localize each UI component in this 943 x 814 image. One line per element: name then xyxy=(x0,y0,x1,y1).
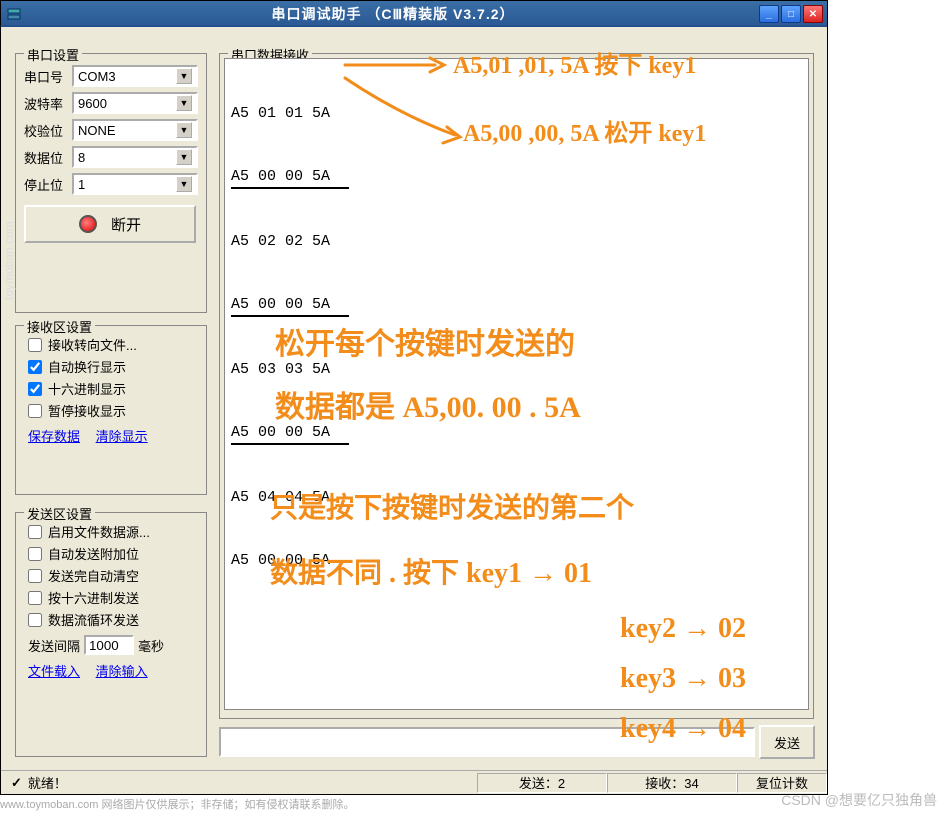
parity-label: 校验位 xyxy=(24,121,72,140)
interval-unit: 毫秒 xyxy=(138,636,164,655)
port-value: COM3 xyxy=(78,69,176,84)
recv-count-panel: 接收：34 xyxy=(607,773,737,793)
port-label: 串口号 xyxy=(24,67,72,86)
ready-status: 就绪！ xyxy=(26,773,477,792)
data-line: A5 00 00 5A xyxy=(231,550,802,571)
baud-label: 波特率 xyxy=(24,94,72,113)
data-line: A5 03 03 5A xyxy=(231,359,802,380)
clear-display-link[interactable]: 清除显示 xyxy=(96,429,148,444)
interval-input[interactable] xyxy=(84,635,134,655)
clear-input-link[interactable]: 清除输入 xyxy=(96,664,148,679)
data-line: A5 00 00 5A xyxy=(231,294,349,317)
data-line: A5 02 02 5A xyxy=(231,231,802,252)
send-button-label: 发送 xyxy=(774,733,800,752)
data-line: A5 01 01 5A xyxy=(231,103,802,124)
hex-display-checkbox[interactable] xyxy=(28,382,42,396)
send-input[interactable] xyxy=(219,727,755,757)
minimize-button[interactable]: _ xyxy=(759,5,779,23)
auto-append-checkbox[interactable] xyxy=(28,547,42,561)
receive-settings-legend: 接收区设置 xyxy=(24,317,95,336)
hex-send-checkbox[interactable] xyxy=(28,591,42,605)
serial-data-receive-group: 串口数据接收 A5 01 01 5A A5 00 00 5A A5 02 02 … xyxy=(219,53,814,719)
data-bits-value: 8 xyxy=(78,150,176,165)
data-bits-label: 数据位 xyxy=(24,148,72,167)
save-data-link[interactable]: 保存数据 xyxy=(28,429,80,444)
loop-send-checkbox[interactable] xyxy=(28,613,42,627)
ready-icon: ✓ xyxy=(11,775,22,791)
watermark: CSDN @想要亿只独角兽 xyxy=(781,790,937,810)
connection-led-icon xyxy=(79,215,97,233)
stop-bits-label: 停止位 xyxy=(24,175,72,194)
auto-append-label: 自动发送附加位 xyxy=(48,544,139,563)
data-line: A5 04 04 5A xyxy=(231,487,802,508)
titlebar: 串口调试助手 （CⅢ精装版 V3.7.2） _ □ ✕ xyxy=(1,1,827,27)
application-window: 串口调试助手 （CⅢ精装版 V3.7.2） _ □ ✕ 串口设置 串口号 COM… xyxy=(0,0,828,795)
hex-display-label: 十六进制显示 xyxy=(48,379,126,398)
send-count-panel: 发送：2 xyxy=(477,773,607,793)
disconnect-button[interactable]: 断开 xyxy=(24,205,196,243)
recv-to-file-checkbox[interactable] xyxy=(28,338,42,352)
send-button[interactable]: 发送 xyxy=(759,725,815,759)
load-file-link[interactable]: 文件载入 xyxy=(28,664,80,679)
chevron-down-icon[interactable]: ▼ xyxy=(176,149,192,165)
disconnect-label: 断开 xyxy=(111,214,141,235)
window-title: 串口调试助手 （CⅢ精装版 V3.7.2） xyxy=(27,4,759,24)
pause-recv-label: 暂停接收显示 xyxy=(48,401,126,420)
chevron-down-icon[interactable]: ▼ xyxy=(176,95,192,111)
client-area: 串口设置 串口号 COM3 ▼ 波特率 9600 ▼ 校验位 NONE xyxy=(1,27,827,794)
port-select[interactable]: COM3 ▼ xyxy=(72,65,198,87)
stop-bits-select[interactable]: 1 ▼ xyxy=(72,173,198,195)
serial-settings-group: 串口设置 串口号 COM3 ▼ 波特率 9600 ▼ 校验位 NONE xyxy=(15,53,207,313)
baud-select[interactable]: 9600 ▼ xyxy=(72,92,198,114)
chevron-down-icon[interactable]: ▼ xyxy=(176,176,192,192)
data-line: A5 00 00 5A xyxy=(231,422,349,445)
baud-value: 9600 xyxy=(78,96,176,111)
close-button[interactable]: ✕ xyxy=(803,5,823,23)
pause-recv-checkbox[interactable] xyxy=(28,404,42,418)
send-settings-legend: 发送区设置 xyxy=(24,504,95,523)
parity-select[interactable]: NONE ▼ xyxy=(72,119,198,141)
app-icon xyxy=(5,5,23,23)
send-settings-group: 发送区设置 启用文件数据源... 自动发送附加位 发送完自动清空 按十六进制发送… xyxy=(15,512,207,757)
receive-data-area[interactable]: A5 01 01 5A A5 00 00 5A A5 02 02 5A A5 0… xyxy=(224,58,809,710)
recv-to-file-label: 接收转向文件... xyxy=(48,335,137,354)
file-source-label: 启用文件数据源... xyxy=(48,522,150,541)
data-line: A5 00 00 5A xyxy=(231,166,349,189)
auto-wrap-label: 自动换行显示 xyxy=(48,357,126,376)
stop-bits-value: 1 xyxy=(78,177,176,192)
status-bar: ✓ 就绪！ 发送：2 接收：34 复位计数 xyxy=(1,770,827,794)
chevron-down-icon[interactable]: ▼ xyxy=(176,68,192,84)
file-source-checkbox[interactable] xyxy=(28,525,42,539)
side-watermark: toymoban.com xyxy=(2,221,16,300)
auto-wrap-checkbox[interactable] xyxy=(28,360,42,374)
loop-send-label: 数据流循环发送 xyxy=(48,610,139,629)
receive-settings-group: 接收区设置 接收转向文件... 自动换行显示 十六进制显示 暂停接收显示 保存数… xyxy=(15,325,207,495)
clear-after-send-label: 发送完自动清空 xyxy=(48,566,139,585)
serial-settings-legend: 串口设置 xyxy=(24,45,82,64)
maximize-button[interactable]: □ xyxy=(781,5,801,23)
footer-text: www.toymoban.com 网络图片仅供展示；非存储；如有侵权请联系删除。 xyxy=(0,796,354,812)
hex-send-label: 按十六进制发送 xyxy=(48,588,139,607)
chevron-down-icon[interactable]: ▼ xyxy=(176,122,192,138)
data-bits-select[interactable]: 8 ▼ xyxy=(72,146,198,168)
parity-value: NONE xyxy=(78,123,176,138)
clear-after-send-checkbox[interactable] xyxy=(28,569,42,583)
interval-label: 发送间隔 xyxy=(28,636,80,655)
